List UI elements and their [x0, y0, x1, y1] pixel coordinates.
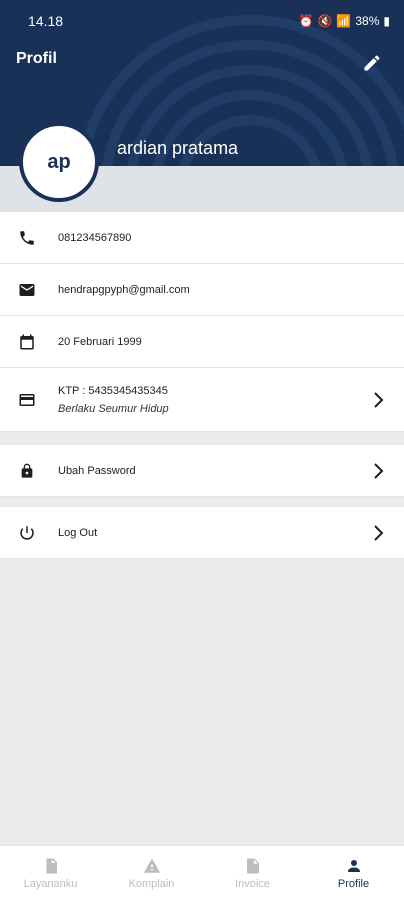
wifi-icon: 📶	[336, 14, 352, 28]
alarm-icon: ⏰	[298, 14, 314, 28]
status-icons: ⏰ 🔇 📶 38% ▮	[299, 14, 391, 28]
document-icon	[246, 858, 259, 873]
chevron-right-icon	[374, 524, 384, 541]
nav-layananku[interactable]: Layananku	[0, 846, 101, 900]
nav-invoice[interactable]: Invoice	[202, 846, 303, 900]
email-text: hendrapgpyph@gmail.com	[58, 283, 190, 296]
person-icon	[347, 859, 360, 872]
status-bar: 14.18 ⏰ 🔇 📶 38% ▮	[28, 11, 390, 31]
power-icon	[17, 523, 37, 543]
nav-label: Profile	[337, 877, 370, 890]
mute-icon: 🔇	[317, 14, 333, 28]
lock-icon	[17, 461, 37, 481]
service-icon	[46, 858, 57, 873]
phone-text: 081234567890	[58, 231, 132, 244]
logout-card: Log Out	[0, 507, 404, 559]
status-time: 14.18	[28, 13, 64, 29]
change-password-label: Ubah Password	[58, 464, 136, 477]
logout-row[interactable]: Log Out	[0, 507, 404, 559]
ktp-number: KTP : 5435345435345	[58, 384, 168, 397]
ktp-validity: Berlaku Seumur Hidup	[58, 402, 169, 415]
chevron-right-icon	[374, 391, 384, 408]
birthdate-text: 20 Februari 1999	[58, 335, 142, 348]
user-name: ardian pratama	[117, 138, 239, 158]
info-card: 081234567890 hendrapgpyph@gmail.com 20 F…	[0, 212, 404, 432]
nav-label: Layananku	[23, 877, 78, 890]
nav-label: Invoice	[235, 877, 270, 890]
ktp-text: KTP : 5435345435345 Berlaku Seumur Hidup	[58, 385, 169, 415]
id-card-icon	[17, 390, 37, 410]
change-password-row[interactable]: Ubah Password	[0, 445, 404, 497]
battery-label: 38%	[355, 14, 380, 28]
nav-komplain[interactable]: Komplain	[101, 846, 202, 900]
bottom-nav: Layananku Komplain Invoice Profile	[0, 845, 404, 900]
avatar-initials: ap	[47, 150, 71, 173]
nav-label: Komplain	[128, 877, 175, 890]
calendar-icon	[17, 332, 37, 352]
warning-icon	[143, 858, 160, 873]
logout-label: Log Out	[58, 526, 98, 539]
ktp-row[interactable]: KTP : 5435345435345 Berlaku Seumur Hidup	[0, 368, 404, 432]
avatar: ap	[19, 122, 99, 202]
page-title: Profil	[16, 50, 57, 67]
phone-icon	[17, 228, 37, 248]
pencil-icon[interactable]	[362, 53, 382, 73]
email-row: hendrapgpyph@gmail.com	[0, 264, 404, 316]
nav-profile[interactable]: Profile	[303, 846, 404, 900]
chevron-right-icon	[374, 462, 384, 479]
mail-icon	[17, 280, 37, 300]
phone-row: 081234567890	[0, 212, 404, 264]
password-card: Ubah Password	[0, 445, 404, 497]
birthdate-row: 20 Februari 1999	[0, 316, 404, 368]
battery-icon: ▮	[383, 14, 390, 28]
